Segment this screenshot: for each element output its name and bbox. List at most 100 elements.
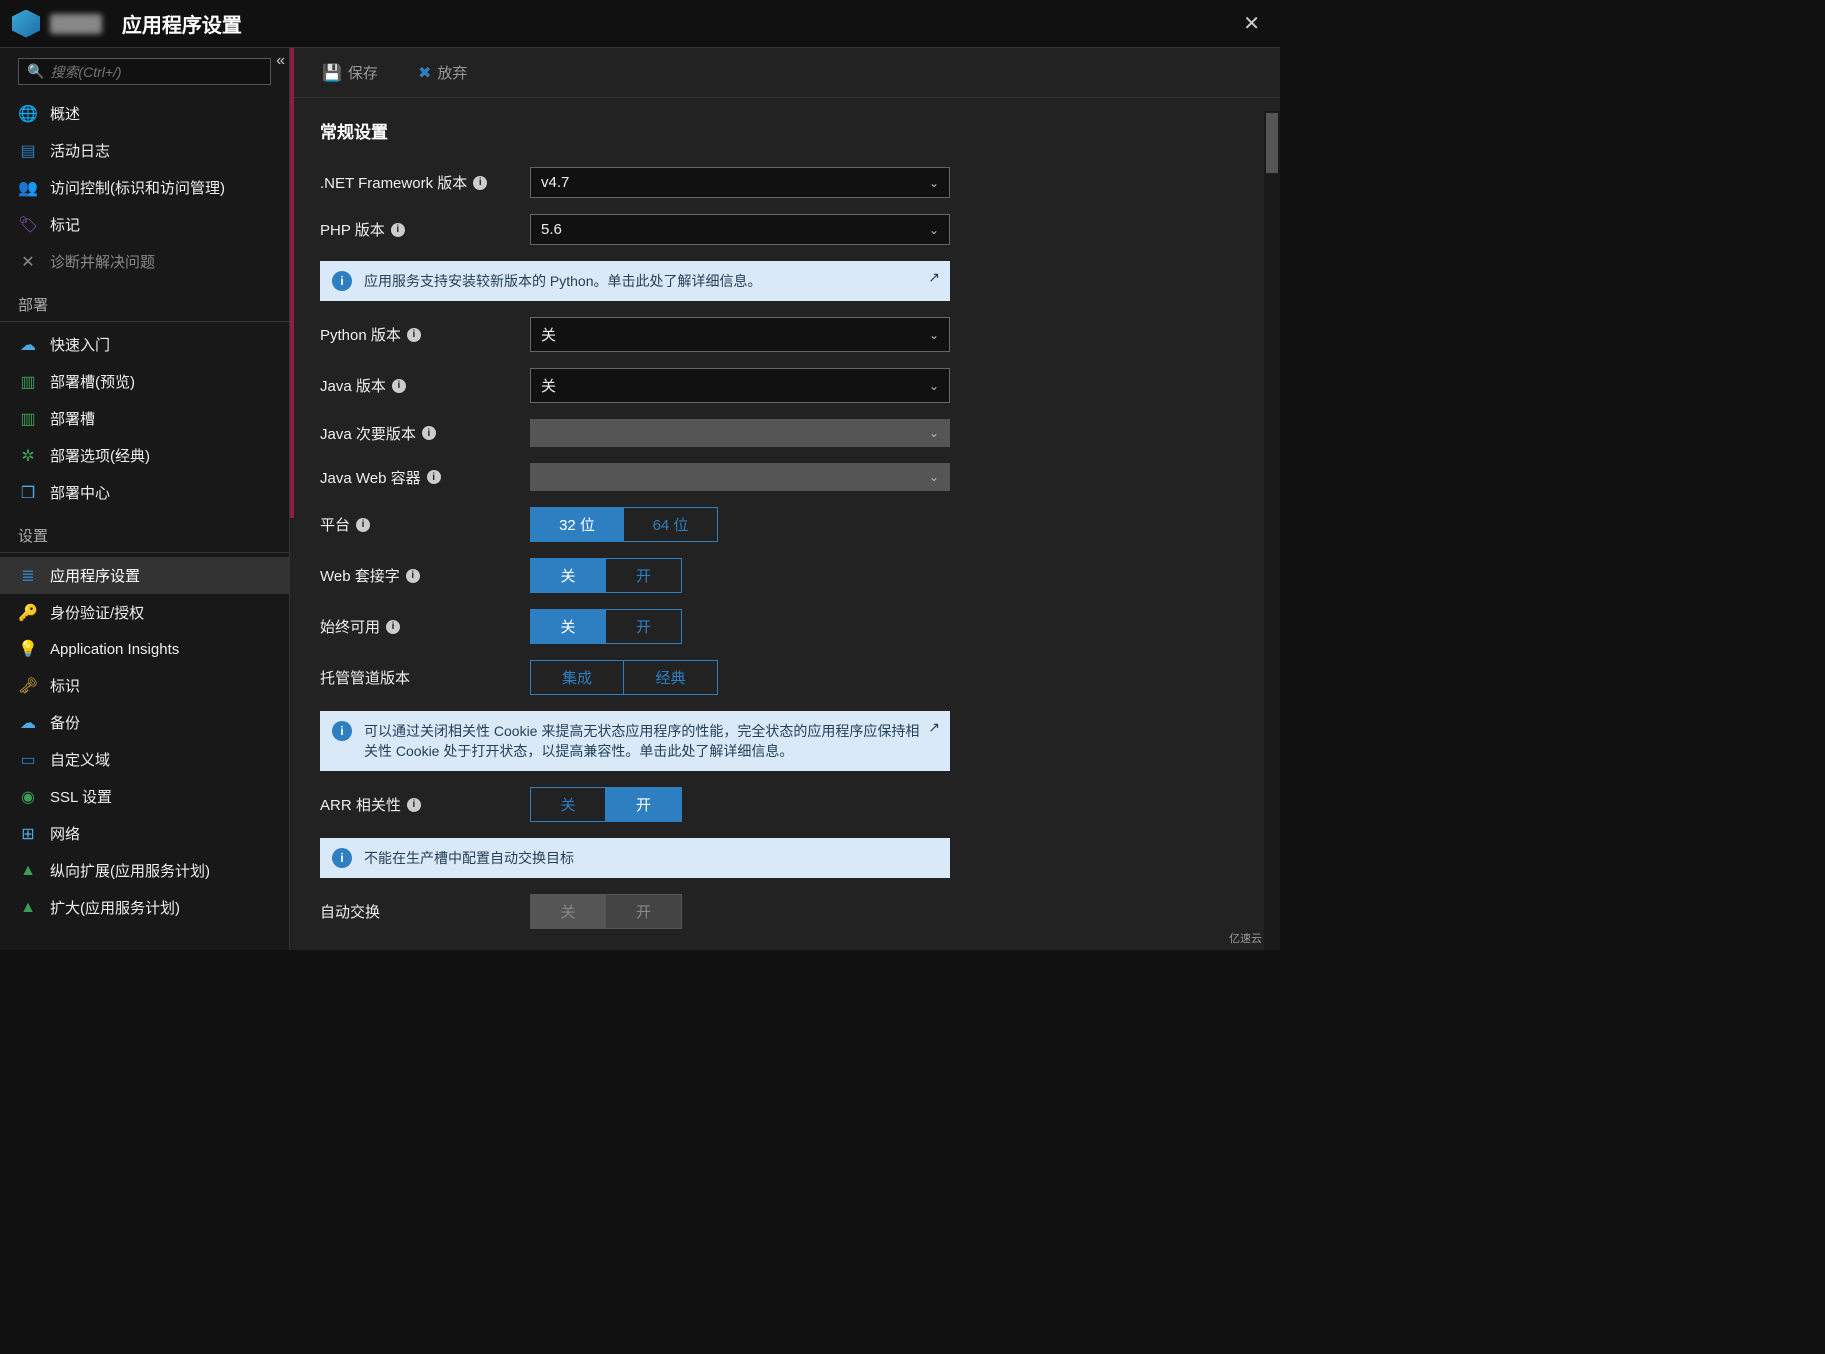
sidebar-icon: ❒ bbox=[18, 483, 38, 503]
ws-off[interactable]: 关 bbox=[530, 558, 606, 593]
sidebar-settings-6[interactable]: ◉SSL 设置 bbox=[0, 778, 289, 815]
info-icon[interactable]: i bbox=[407, 798, 421, 812]
info-icon[interactable]: i bbox=[407, 328, 421, 342]
python-label: Python 版本 bbox=[320, 324, 401, 345]
search-field[interactable] bbox=[50, 64, 262, 80]
php-dropdown[interactable]: 5.6⌄ bbox=[530, 214, 950, 245]
net-dropdown[interactable]: v4.7⌄ bbox=[530, 167, 950, 198]
sidebar-icon: ▥ bbox=[18, 409, 38, 429]
chevron-down-icon: ⌄ bbox=[929, 379, 939, 393]
sidebar-settings-7[interactable]: ⊞网络 bbox=[0, 815, 289, 852]
sidebar-icon: ☁ bbox=[18, 335, 38, 355]
platform-32[interactable]: 32 位 bbox=[530, 507, 624, 542]
scrollbar[interactable] bbox=[1264, 111, 1280, 950]
sidebar-settings-1[interactable]: 🔑身份验证/授权 bbox=[0, 594, 289, 631]
sidebar-deploy-1[interactable]: ▥部署槽(预览) bbox=[0, 363, 289, 400]
page-title: 应用程序设置 bbox=[122, 9, 1235, 38]
sidebar-heading-deploy: 部署 bbox=[0, 280, 289, 322]
javaminor-label: Java 次要版本 bbox=[320, 423, 416, 444]
sidebar-icon: 💡 bbox=[18, 639, 38, 659]
java-dropdown[interactable]: 关⌄ bbox=[530, 368, 950, 403]
close-icon[interactable]: ✕ bbox=[1235, 7, 1268, 40]
python-info-box[interactable]: i 应用服务支持安装较新版本的 Python。单击此处了解详细信息。 ↗ bbox=[320, 261, 950, 301]
autoswap-toggle: 关 开 bbox=[530, 894, 682, 929]
sidebar-deploy-4[interactable]: ❒部署中心 bbox=[0, 474, 289, 511]
sidebar-item-label: 标记 bbox=[50, 214, 80, 235]
sidebar-deploy-2[interactable]: ▥部署槽 bbox=[0, 400, 289, 437]
ws-toggle[interactable]: 关 开 bbox=[530, 558, 682, 593]
php-label: PHP 版本 bbox=[320, 219, 385, 240]
sidebar-icon: ≣ bbox=[18, 566, 38, 586]
discard-label: 放弃 bbox=[437, 62, 467, 83]
sidebar-settings-9[interactable]: ▲扩大(应用服务计划) bbox=[0, 889, 289, 926]
sidebar-top-2[interactable]: 👥访问控制(标识和访问管理) bbox=[0, 169, 289, 206]
sidebar-top-3[interactable]: 🏷标记 bbox=[0, 206, 289, 243]
info-text: 应用服务支持安装较新版本的 Python。单击此处了解详细信息。 bbox=[364, 271, 761, 291]
search-input[interactable]: 🔍 bbox=[18, 58, 271, 85]
sidebar-top-4[interactable]: ✕诊断并解决问题 bbox=[0, 243, 289, 280]
always-on[interactable]: 开 bbox=[606, 609, 682, 644]
save-button[interactable]: 💾 保存 bbox=[310, 56, 390, 89]
discard-button[interactable]: ✖ 放弃 bbox=[406, 56, 479, 89]
info-icon[interactable]: i bbox=[406, 569, 420, 583]
app-name-blurred bbox=[50, 14, 102, 34]
sidebar-settings-2[interactable]: 💡Application Insights bbox=[0, 631, 289, 667]
info-icon[interactable]: i bbox=[422, 426, 436, 440]
watermark: 亿速云 bbox=[1229, 930, 1262, 946]
sidebar-item-label: 自定义域 bbox=[50, 749, 110, 770]
sidebar-settings-4[interactable]: ☁备份 bbox=[0, 704, 289, 741]
arr-off[interactable]: 关 bbox=[530, 787, 606, 822]
platform-64[interactable]: 64 位 bbox=[624, 507, 718, 542]
collapse-icon[interactable]: « bbox=[276, 52, 285, 70]
sidebar-settings-5[interactable]: ▭自定义域 bbox=[0, 741, 289, 778]
sidebar-deploy-3[interactable]: ✲部署选项(经典) bbox=[0, 437, 289, 474]
discard-icon: ✖ bbox=[418, 63, 431, 83]
sidebar-item-label: 快速入门 bbox=[50, 334, 110, 355]
sidebar-top-0[interactable]: 🌐概述 bbox=[0, 95, 289, 132]
sidebar-icon: ☁ bbox=[18, 713, 38, 733]
external-link-icon[interactable]: ↗ bbox=[928, 719, 940, 736]
pipeline-integrated[interactable]: 集成 bbox=[530, 660, 624, 695]
sidebar-settings-8[interactable]: ▲纵向扩展(应用服务计划) bbox=[0, 852, 289, 889]
chevron-down-icon: ⌄ bbox=[929, 470, 939, 484]
scrollbar-thumb[interactable] bbox=[1266, 113, 1278, 173]
cookie-info-box[interactable]: i 可以通过关闭相关性 Cookie 来提高无状态应用程序的性能，完全状态的应用… bbox=[320, 711, 950, 771]
pipeline-classic[interactable]: 经典 bbox=[624, 660, 718, 695]
sidebar-item-label: 身份验证/授权 bbox=[50, 602, 144, 623]
sidebar-heading-settings: 设置 bbox=[0, 511, 289, 553]
sidebar-deploy-0[interactable]: ☁ 快速入门 bbox=[0, 326, 289, 363]
sidebar-settings-0[interactable]: ≣应用程序设置 bbox=[0, 557, 289, 594]
arr-label: ARR 相关性 bbox=[320, 794, 401, 815]
info-icon[interactable]: i bbox=[356, 518, 370, 532]
main-panel: 💾 保存 ✖ 放弃 常规设置 .NET Framework 版本i v4.7⌄ … bbox=[290, 48, 1280, 950]
arr-toggle[interactable]: 关 开 bbox=[530, 787, 682, 822]
sidebar-settings-3[interactable]: 🗝标识 bbox=[0, 667, 289, 704]
python-dropdown[interactable]: 关⌄ bbox=[530, 317, 950, 352]
external-link-icon[interactable]: ↗ bbox=[928, 269, 940, 286]
info-icon[interactable]: i bbox=[391, 223, 405, 237]
sidebar-item-label: 扩大(应用服务计划) bbox=[50, 897, 180, 918]
info-icon[interactable]: i bbox=[473, 176, 487, 190]
info-text: 可以通过关闭相关性 Cookie 来提高无状态应用程序的性能，完全状态的应用程序… bbox=[364, 721, 922, 761]
chevron-down-icon: ⌄ bbox=[929, 426, 939, 440]
info-icon[interactable]: i bbox=[392, 379, 406, 393]
ws-on[interactable]: 开 bbox=[606, 558, 682, 593]
info-icon[interactable]: i bbox=[386, 620, 400, 634]
platform-label: 平台 bbox=[320, 514, 350, 535]
arr-on[interactable]: 开 bbox=[606, 787, 682, 822]
sidebar-icon: 🌐 bbox=[18, 104, 38, 124]
chevron-down-icon: ⌄ bbox=[929, 328, 939, 342]
sidebar-icon: ▲ bbox=[18, 862, 38, 880]
always-toggle[interactable]: 关 开 bbox=[530, 609, 682, 644]
platform-toggle[interactable]: 32 位 64 位 bbox=[530, 507, 718, 542]
info-icon: i bbox=[332, 271, 352, 291]
pipeline-toggle[interactable]: 集成 经典 bbox=[530, 660, 718, 695]
always-off[interactable]: 关 bbox=[530, 609, 606, 644]
autoswap-off: 关 bbox=[530, 894, 606, 929]
javaweb-label: Java Web 容器 bbox=[320, 467, 421, 488]
java-label: Java 版本 bbox=[320, 375, 386, 396]
info-icon[interactable]: i bbox=[427, 470, 441, 484]
sidebar-icon: 👥 bbox=[18, 178, 38, 198]
swap-info-box: i 不能在生产槽中配置自动交换目标 bbox=[320, 838, 950, 878]
sidebar-top-1[interactable]: ▤活动日志 bbox=[0, 132, 289, 169]
